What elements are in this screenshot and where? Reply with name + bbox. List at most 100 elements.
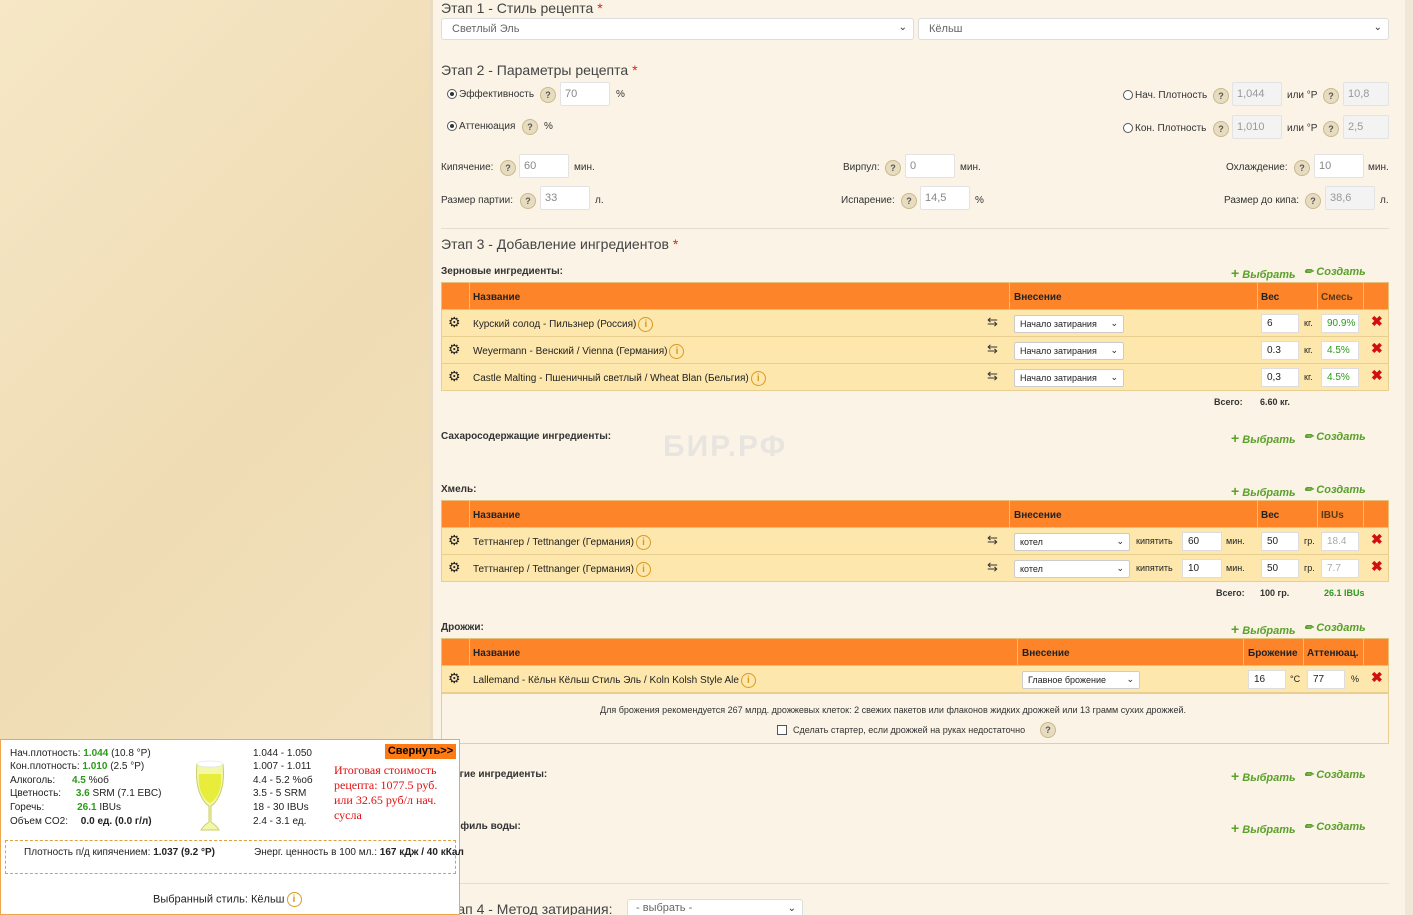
mix-input[interactable]: 4.5% xyxy=(1321,368,1359,387)
info-icon[interactable]: i xyxy=(669,344,685,359)
info-icon[interactable]: i xyxy=(740,673,756,688)
og-input[interactable]: 1,044 xyxy=(1232,82,1282,106)
column-divider xyxy=(469,501,470,527)
time-input[interactable]: 60 xyxy=(1182,532,1222,551)
og-radio[interactable] xyxy=(1123,90,1133,100)
other-select-button[interactable]: + Выбрать xyxy=(1231,768,1296,784)
scrollbar[interactable] xyxy=(1405,0,1413,915)
info-icon[interactable]: i xyxy=(635,562,651,577)
help-icon[interactable]: ? xyxy=(540,87,556,103)
column-divider xyxy=(1363,283,1364,309)
addition-select[interactable]: котел ⌄ xyxy=(1014,533,1130,551)
column-divider xyxy=(1257,283,1258,309)
evaporation-input[interactable]: 14,5 xyxy=(920,186,970,210)
delete-icon[interactable]: ✖ xyxy=(1371,531,1383,548)
yeast-create-button[interactable]: ✏ Создать xyxy=(1304,621,1366,634)
help-icon[interactable]: ? xyxy=(1305,193,1321,209)
whirlpool-input[interactable]: 0 xyxy=(905,154,955,178)
addition-select[interactable]: Начало затирания ⌄ xyxy=(1014,315,1124,333)
hops-create-button[interactable]: ✏ Создать xyxy=(1304,483,1366,496)
grains-create-button[interactable]: ✏ Создать xyxy=(1304,265,1366,278)
mash-method-select[interactable]: - выбрать - ⌄ xyxy=(627,899,803,915)
attenuation-input[interactable]: 77 xyxy=(1307,670,1345,689)
gear-icon[interactable]: ⚙ xyxy=(448,314,461,331)
gear-icon[interactable]: ⚙ xyxy=(448,559,461,576)
addition-select[interactable]: Главное брожение ⌄ xyxy=(1022,671,1140,689)
gear-icon[interactable]: ⚙ xyxy=(448,341,461,358)
style-name-select[interactable]: Кёльш ⌄ xyxy=(918,18,1389,40)
grains-select-button[interactable]: + Выбрать xyxy=(1231,265,1296,281)
grains-section-title: Зерновые ингредиенты: xyxy=(441,266,563,277)
weight-input[interactable]: 0,3 xyxy=(1261,368,1299,387)
og-plato-input[interactable]: 10,8 xyxy=(1343,82,1389,106)
info-icon[interactable]: i xyxy=(638,317,654,332)
water-create-button[interactable]: ✏ Создать xyxy=(1304,820,1366,833)
preboil-input[interactable]: 38,6 xyxy=(1325,186,1375,210)
water-select-button[interactable]: + Выбрать xyxy=(1231,820,1296,836)
weight-input[interactable]: 50 xyxy=(1261,559,1299,578)
help-icon[interactable]: ? xyxy=(885,160,901,176)
help-icon[interactable]: ? xyxy=(522,119,538,135)
weight-input[interactable]: 50 xyxy=(1261,532,1299,551)
swap-icon[interactable]: ⇆ xyxy=(987,532,998,548)
starter-checkbox[interactable] xyxy=(777,725,787,735)
column-divider xyxy=(1257,501,1258,527)
help-icon[interactable]: ? xyxy=(1294,160,1310,176)
swap-icon[interactable]: ⇆ xyxy=(987,341,998,357)
weight-input[interactable]: 0.3 xyxy=(1261,341,1299,360)
gear-icon[interactable]: ⚙ xyxy=(448,368,461,385)
fg-radio[interactable] xyxy=(1123,123,1133,133)
range-abv: 4.4 - 5.2 %об xyxy=(253,775,313,786)
attenuation-radio[interactable] xyxy=(447,121,457,131)
help-icon[interactable]: ? xyxy=(1323,121,1339,137)
efficiency-input[interactable]: 70 xyxy=(560,82,610,106)
help-icon[interactable]: ? xyxy=(1323,88,1339,104)
hops-total-label: Всего: xyxy=(1216,588,1245,598)
yeast-select-button[interactable]: + Выбрать xyxy=(1231,621,1296,637)
time-input[interactable]: 10 xyxy=(1182,559,1222,578)
info-icon[interactable]: i xyxy=(750,371,766,386)
addition-select[interactable]: котел ⌄ xyxy=(1014,560,1130,578)
cooling-input[interactable]: 10 xyxy=(1314,154,1364,178)
ingredient-name-text: Lallemand - Кёльн Кёльш Стиль Эль / Koln… xyxy=(473,675,739,687)
grains-total-value: 6.60 кг. xyxy=(1260,397,1290,407)
delete-icon[interactable]: ✖ xyxy=(1371,367,1383,384)
collapse-button[interactable]: Свернуть>> xyxy=(385,744,456,759)
fg-input[interactable]: 1,010 xyxy=(1232,115,1282,139)
ingredient-name: Курский солод - Пильзнер (Россия) i xyxy=(473,317,654,332)
temperature-input[interactable]: 16 xyxy=(1248,670,1286,689)
help-icon[interactable]: ? xyxy=(1213,88,1229,104)
chevron-down-icon: ⌄ xyxy=(1110,318,1118,328)
weight-input[interactable]: 6 xyxy=(1261,314,1299,333)
info-icon[interactable]: i xyxy=(286,892,302,907)
sugars-select-button[interactable]: + Выбрать xyxy=(1231,430,1296,446)
mix-input[interactable]: 90.9% xyxy=(1321,314,1359,333)
gear-icon[interactable]: ⚙ xyxy=(448,532,461,549)
swap-icon[interactable]: ⇆ xyxy=(987,314,998,330)
batch-input[interactable]: 33 xyxy=(540,186,590,210)
delete-icon[interactable]: ✖ xyxy=(1371,558,1383,575)
gear-icon[interactable]: ⚙ xyxy=(448,670,461,687)
mix-input[interactable]: 4.5% xyxy=(1321,341,1359,360)
fg-plato-input[interactable]: 2,5 xyxy=(1343,115,1389,139)
addition-select[interactable]: Начало затирания ⌄ xyxy=(1014,342,1124,360)
sugars-create-button[interactable]: ✏ Создать xyxy=(1304,430,1366,443)
swap-icon[interactable]: ⇆ xyxy=(987,368,998,384)
delete-icon[interactable]: ✖ xyxy=(1371,313,1383,330)
style-category-select[interactable]: Светлый Эль ⌄ xyxy=(441,18,914,40)
other-create-button[interactable]: ✏ Создать xyxy=(1304,768,1366,781)
info-icon[interactable]: i xyxy=(635,535,651,550)
swap-icon[interactable]: ⇆ xyxy=(987,559,998,575)
help-icon[interactable]: ? xyxy=(500,160,516,176)
efficiency-radio[interactable] xyxy=(447,89,457,99)
delete-icon[interactable]: ✖ xyxy=(1371,340,1383,357)
boil-input[interactable]: 60 xyxy=(519,154,569,178)
help-icon[interactable]: ? xyxy=(520,193,536,209)
ingredient-name-text: Weyermann - Венский / Vienna (Германия) xyxy=(473,346,668,358)
help-icon[interactable]: ? xyxy=(901,193,917,209)
hops-select-button[interactable]: + Выбрать xyxy=(1231,483,1296,499)
addition-select[interactable]: Начало затирания ⌄ xyxy=(1014,369,1124,387)
help-icon[interactable]: ? xyxy=(1040,722,1056,738)
delete-icon[interactable]: ✖ xyxy=(1371,669,1383,686)
help-icon[interactable]: ? xyxy=(1213,121,1229,137)
